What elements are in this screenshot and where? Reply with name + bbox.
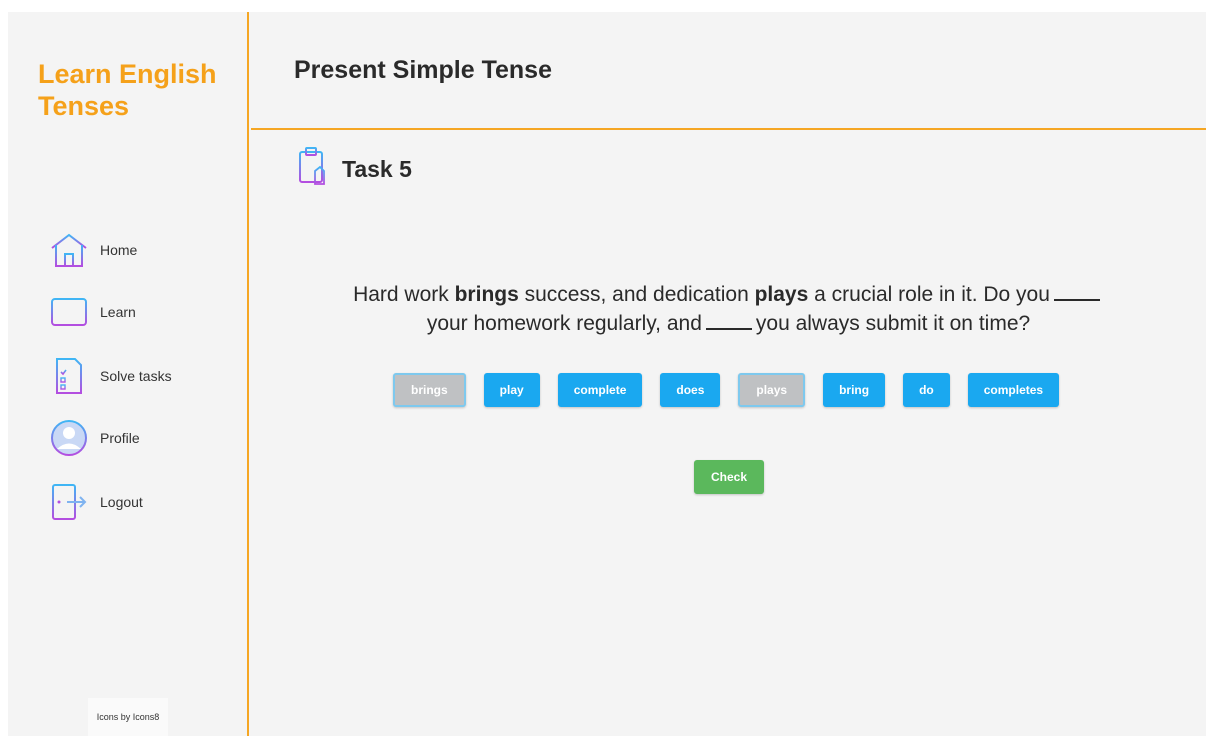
question-bold-word: brings <box>454 283 519 306</box>
sidebar-item-label: Logout <box>100 494 143 510</box>
option-does-button[interactable]: does <box>660 373 721 407</box>
question-text: Hard work <box>353 283 455 306</box>
sidebar-item-learn[interactable]: Learn <box>48 290 136 334</box>
question-line-1: Hard work brings success, and dedication… <box>251 280 1206 309</box>
question-text: your homework regularly, and <box>426 312 702 335</box>
sidebar-item-label: Profile <box>100 430 140 446</box>
logout-door-icon <box>48 481 90 523</box>
question-text: a crucial role in it. Do you <box>808 283 1050 306</box>
checklist-icon <box>48 355 90 397</box>
question-text: success, and dedication <box>518 283 755 306</box>
sidebar-item-label: Learn <box>100 304 136 320</box>
option-play-button[interactable]: play <box>483 373 540 407</box>
app-window: Learn English Tenses Home Learn Solve ta… <box>8 12 1206 736</box>
option-brings-button[interactable]: brings <box>393 373 466 407</box>
answer-blank-2[interactable] <box>705 314 752 330</box>
app-brand: Learn English Tenses <box>38 59 217 121</box>
page-title: Present Simple Tense <box>294 56 552 84</box>
option-bring-button[interactable]: bring <box>823 373 886 407</box>
home-icon <box>48 229 90 271</box>
sidebar-item-label: Home <box>100 242 138 258</box>
clipboard-icon <box>298 147 326 192</box>
option-completes-button[interactable]: completes <box>967 373 1060 407</box>
sidebar-item-logout[interactable]: Logout <box>48 480 143 524</box>
icons-credit[interactable]: Icons by Icons8 <box>88 698 168 736</box>
question-line-2: your homework regularly, and you always s… <box>251 309 1206 338</box>
option-complete-button[interactable]: complete <box>557 373 643 407</box>
book-icon <box>48 291 90 333</box>
sidebar-item-solve-tasks[interactable]: Solve tasks <box>48 354 172 398</box>
sidebar: Learn English Tenses Home Learn Solve ta… <box>8 12 249 736</box>
task-title: Task 5 <box>342 156 412 182</box>
sidebar-item-profile[interactable]: Profile <box>48 416 140 460</box>
answer-blank-1[interactable] <box>1053 285 1100 301</box>
task-heading: Task 5 <box>298 147 412 192</box>
option-do-button[interactable]: do <box>903 373 950 407</box>
sidebar-item-label: Solve tasks <box>100 368 172 384</box>
sidebar-item-home[interactable]: Home <box>48 228 137 272</box>
task-question: Hard work brings success, and dedication… <box>251 280 1206 338</box>
option-plays-button[interactable]: plays <box>738 373 806 407</box>
answer-options: brings play complete does plays bring do… <box>393 373 1060 407</box>
page-header: Present Simple Tense <box>251 12 1206 130</box>
question-bold-word: plays <box>754 283 809 306</box>
check-button[interactable]: Check <box>694 460 764 494</box>
user-icon <box>48 417 90 459</box>
question-text: you always submit it on time? <box>755 312 1031 335</box>
